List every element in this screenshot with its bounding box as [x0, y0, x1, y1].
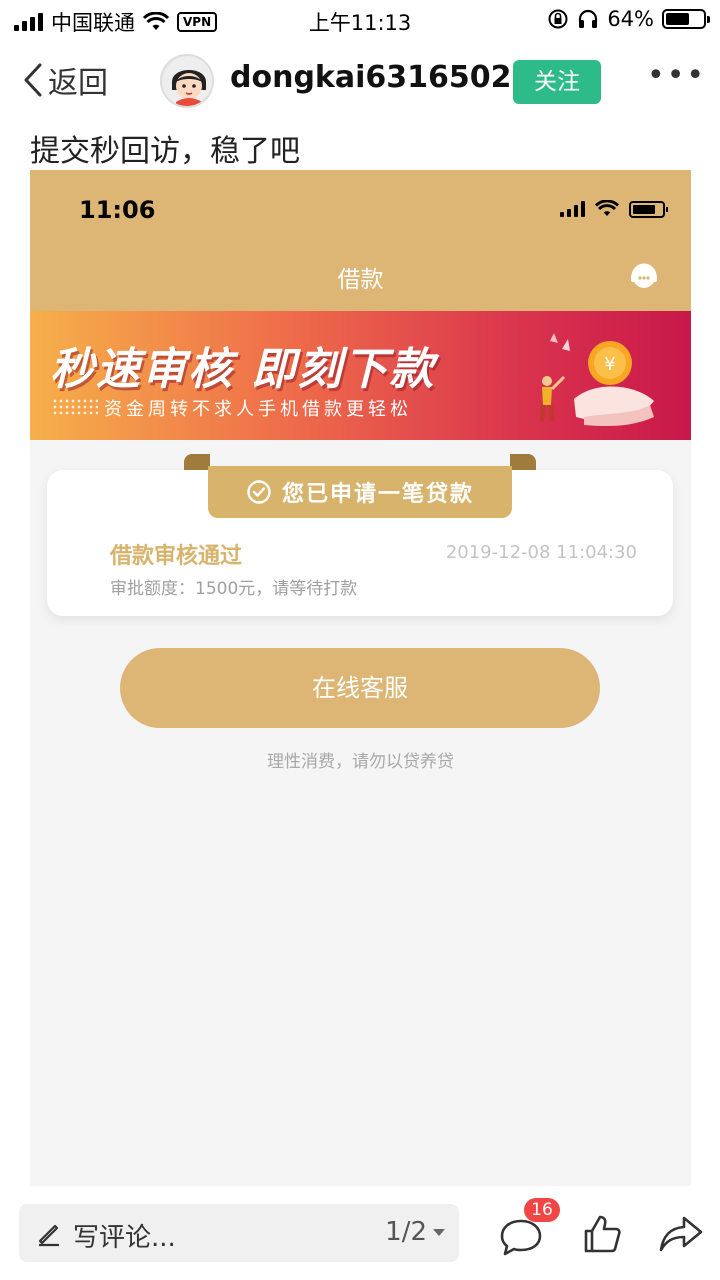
bottom-bar: 写评论... 1/2 16 — [0, 1194, 720, 1280]
avatar[interactable] — [160, 54, 214, 108]
comment-input[interactable]: 写评论... 1/2 — [19, 1204, 459, 1262]
customer-service-icon[interactable] — [629, 261, 659, 291]
post-text: 提交秒回访，稳了吧 — [30, 134, 300, 169]
promo-banner[interactable]: 秒速审核 即刻下款 资金周转不求人手机借款更轻松 ¥ — [30, 311, 691, 440]
banner-headline: 秒速审核 即刻下款 — [50, 344, 436, 395]
share-icon[interactable] — [658, 1214, 704, 1254]
app-status-time: 11:06 — [79, 196, 156, 224]
chevron-left-icon — [24, 63, 42, 97]
comment-count-badge: 16 — [524, 1198, 560, 1222]
headphones-icon — [579, 9, 598, 28]
battery-icon — [662, 9, 710, 29]
app-wifi-icon — [595, 200, 619, 216]
card-subtitle: 审批额度：1500元，请等待打款 — [110, 579, 358, 599]
app-header: 11:06 借款 — [30, 170, 691, 311]
comment-icon[interactable] — [498, 1216, 544, 1258]
ribbon-fold-right — [510, 454, 536, 470]
coin-illustration: ¥ — [540, 333, 654, 427]
svg-text:¥: ¥ — [604, 354, 615, 375]
ribbon-label: 您已申请一笔贷款 — [281, 482, 474, 507]
app-battery-icon — [629, 200, 668, 218]
post-image[interactable]: 11:06 借款 秒速审核 即刻下款 资金周转不求人手机借款更轻松 ¥ 借款审核… — [30, 170, 691, 1186]
orientation-lock-icon — [548, 9, 568, 29]
pencil-icon — [38, 1224, 59, 1247]
disclaimer-text: 理性消费，请勿以贷养贷 — [267, 752, 454, 772]
card-title: 借款审核通过 — [110, 544, 243, 569]
banner-subline: 资金周转不求人手机借款更轻松 — [104, 399, 412, 420]
caret-down-icon — [433, 1228, 445, 1236]
back-label: 返回 — [48, 66, 108, 101]
back-button[interactable]: 返回 — [22, 58, 108, 102]
app-signal-icon — [560, 201, 585, 217]
nav-header: 返回 dongkai6316502 关注 ••• — [0, 48, 720, 116]
battery-percent: 64% — [607, 7, 654, 31]
more-button[interactable]: ••• — [647, 61, 706, 91]
app-page-title: 借款 — [337, 267, 384, 293]
card-timestamp: 2019-12-08 11:04:30 — [445, 542, 637, 563]
avatar-illustration — [162, 56, 212, 106]
image-pager[interactable]: 1/2 — [385, 1217, 445, 1247]
comment-placeholder: 写评论... — [73, 1223, 176, 1253]
status-bar: 中国联通 VPN 上午11:13 64% — [0, 0, 720, 40]
ribbon-fold-left — [184, 454, 210, 470]
thumbs-up-icon[interactable] — [580, 1212, 624, 1256]
username[interactable]: dongkai6316502 — [230, 60, 512, 95]
application-ribbon: 您已申请一笔贷款 — [208, 466, 512, 518]
online-service-button[interactable]: 在线客服 — [120, 648, 600, 728]
banner-dots-decoration — [52, 398, 98, 416]
pager-label: 1/2 — [385, 1217, 427, 1247]
check-circle-icon — [247, 480, 271, 504]
follow-button[interactable]: 关注 — [513, 60, 601, 104]
